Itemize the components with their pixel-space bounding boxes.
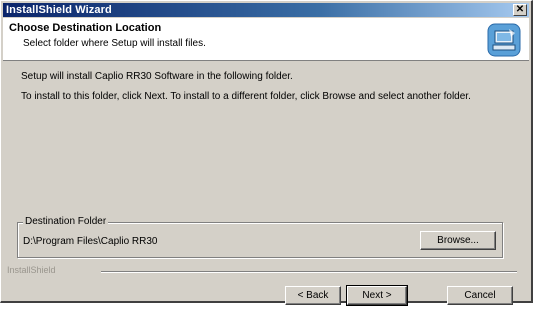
next-button-label: Next > [362, 290, 392, 301]
instructions-text: To install to this folder, click Next. T… [21, 91, 471, 102]
close-icon: ✕ [515, 4, 525, 15]
install-info-text: Setup will install Caplio RR30 Software … [21, 71, 293, 82]
next-button[interactable]: Next > [346, 285, 408, 306]
close-button[interactable]: ✕ [513, 4, 527, 16]
destination-folder-label: Destination Folder [23, 216, 109, 227]
browse-button-label: Browse... [437, 235, 479, 246]
back-button-label: < Back [297, 290, 329, 301]
destination-path: D:\Program Files\Caplio RR30 [23, 236, 158, 247]
footer-divider [101, 271, 517, 273]
page-subtitle: Select folder where Setup will install f… [23, 38, 206, 49]
window-title: InstallShield Wizard [6, 4, 112, 16]
cancel-button[interactable]: Cancel [447, 286, 513, 305]
installshield-wizard-window: InstallShield Wizard ✕ Choose Destinatio… [0, 0, 533, 306]
back-button[interactable]: < Back [285, 286, 341, 305]
browse-button[interactable]: Browse... [420, 231, 496, 250]
cancel-button-label: Cancel [464, 290, 496, 301]
title-bar[interactable]: InstallShield Wizard ✕ [3, 3, 529, 17]
installer-computer-icon [487, 23, 521, 57]
page-title: Choose Destination Location [9, 22, 162, 34]
installshield-brand: InstallShield [7, 265, 56, 275]
wizard-header: Choose Destination Location Select folde… [3, 18, 529, 61]
